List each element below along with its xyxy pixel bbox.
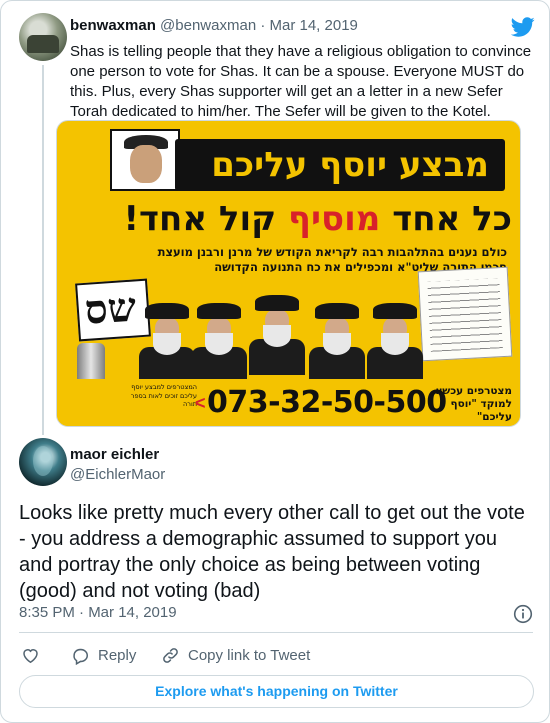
parent-display-name[interactable]: benwaxman: [70, 17, 156, 34]
author-avatar[interactable]: [19, 438, 67, 486]
rabbis-photo: [137, 289, 442, 383]
parent-header: benwaxman @benwaxman · Mar 14, 2019: [70, 17, 358, 34]
parent-avatar[interactable]: [19, 13, 67, 61]
reply-label: Reply: [98, 646, 137, 664]
poster-headline-part2: קול אחד!: [123, 199, 289, 239]
copy-link-label: Copy link to Tweet: [188, 646, 311, 664]
parent-date[interactable]: Mar 14, 2019: [270, 17, 358, 34]
poster-headline: כל אחד מוסיף קול אחד!: [123, 199, 512, 239]
heart-icon: [23, 648, 38, 663]
link-icon: [163, 647, 178, 663]
poster-join-text: מצטרפים עכשיו למוקד "יוסף עליכם": [435, 385, 512, 423]
thread-connector-line: [42, 65, 44, 435]
reply-button[interactable]: Reply: [71, 644, 136, 666]
poster-small-print: המצטרפים למבצע יוסף עליכם זוכים לאות בספ…: [130, 383, 197, 408]
parent-handle[interactable]: @benwaxman: [160, 17, 256, 34]
chevron-left-icon: <: [195, 393, 206, 413]
divider: [19, 632, 533, 633]
poster-phone-number: 073-32-50-500: [207, 385, 447, 420]
explore-twitter-button[interactable]: Explore what's happening on Twitter: [19, 675, 534, 708]
rabbi-portrait: [110, 129, 180, 191]
twitter-bird-icon[interactable]: [511, 15, 535, 39]
info-icon[interactable]: [513, 604, 533, 624]
tweet-image[interactable]: מבצע יוסף עליכם כל אחד מוסיף קול אחד! כו…: [56, 120, 521, 427]
poster-headline-highlight: מוסיף: [288, 199, 381, 239]
poster-banner: מבצע יוסף עליכם: [175, 139, 505, 191]
tweet-text: Looks like pretty much every other call …: [19, 502, 525, 602]
copy-link-button[interactable]: Copy link to Tweet: [161, 644, 310, 666]
poster-banner-text: מבצע יוסף עליכם: [211, 145, 489, 185]
tweet-timestamp[interactable]: 8:35 PM · Mar 14, 2019: [19, 604, 177, 621]
parent-tweet-text: Shas is telling people that they have a …: [70, 43, 532, 120]
reply-bubble-icon: [73, 648, 88, 665]
poster-footer: המצטרפים למבצע יוסף עליכם זוכים לאות בספ…: [57, 379, 520, 426]
tweet-embed-card: benwaxman @benwaxman · Mar 14, 2019 Shas…: [0, 0, 550, 723]
author-display-name[interactable]: maor eichler: [70, 446, 159, 463]
like-button[interactable]: [21, 644, 40, 666]
poster-headline-part1: כל אחד: [380, 199, 512, 239]
author-handle[interactable]: @EichlerMaor: [70, 466, 165, 483]
parent-separator: ·: [260, 17, 266, 34]
party-logo-text: שס: [83, 283, 138, 334]
